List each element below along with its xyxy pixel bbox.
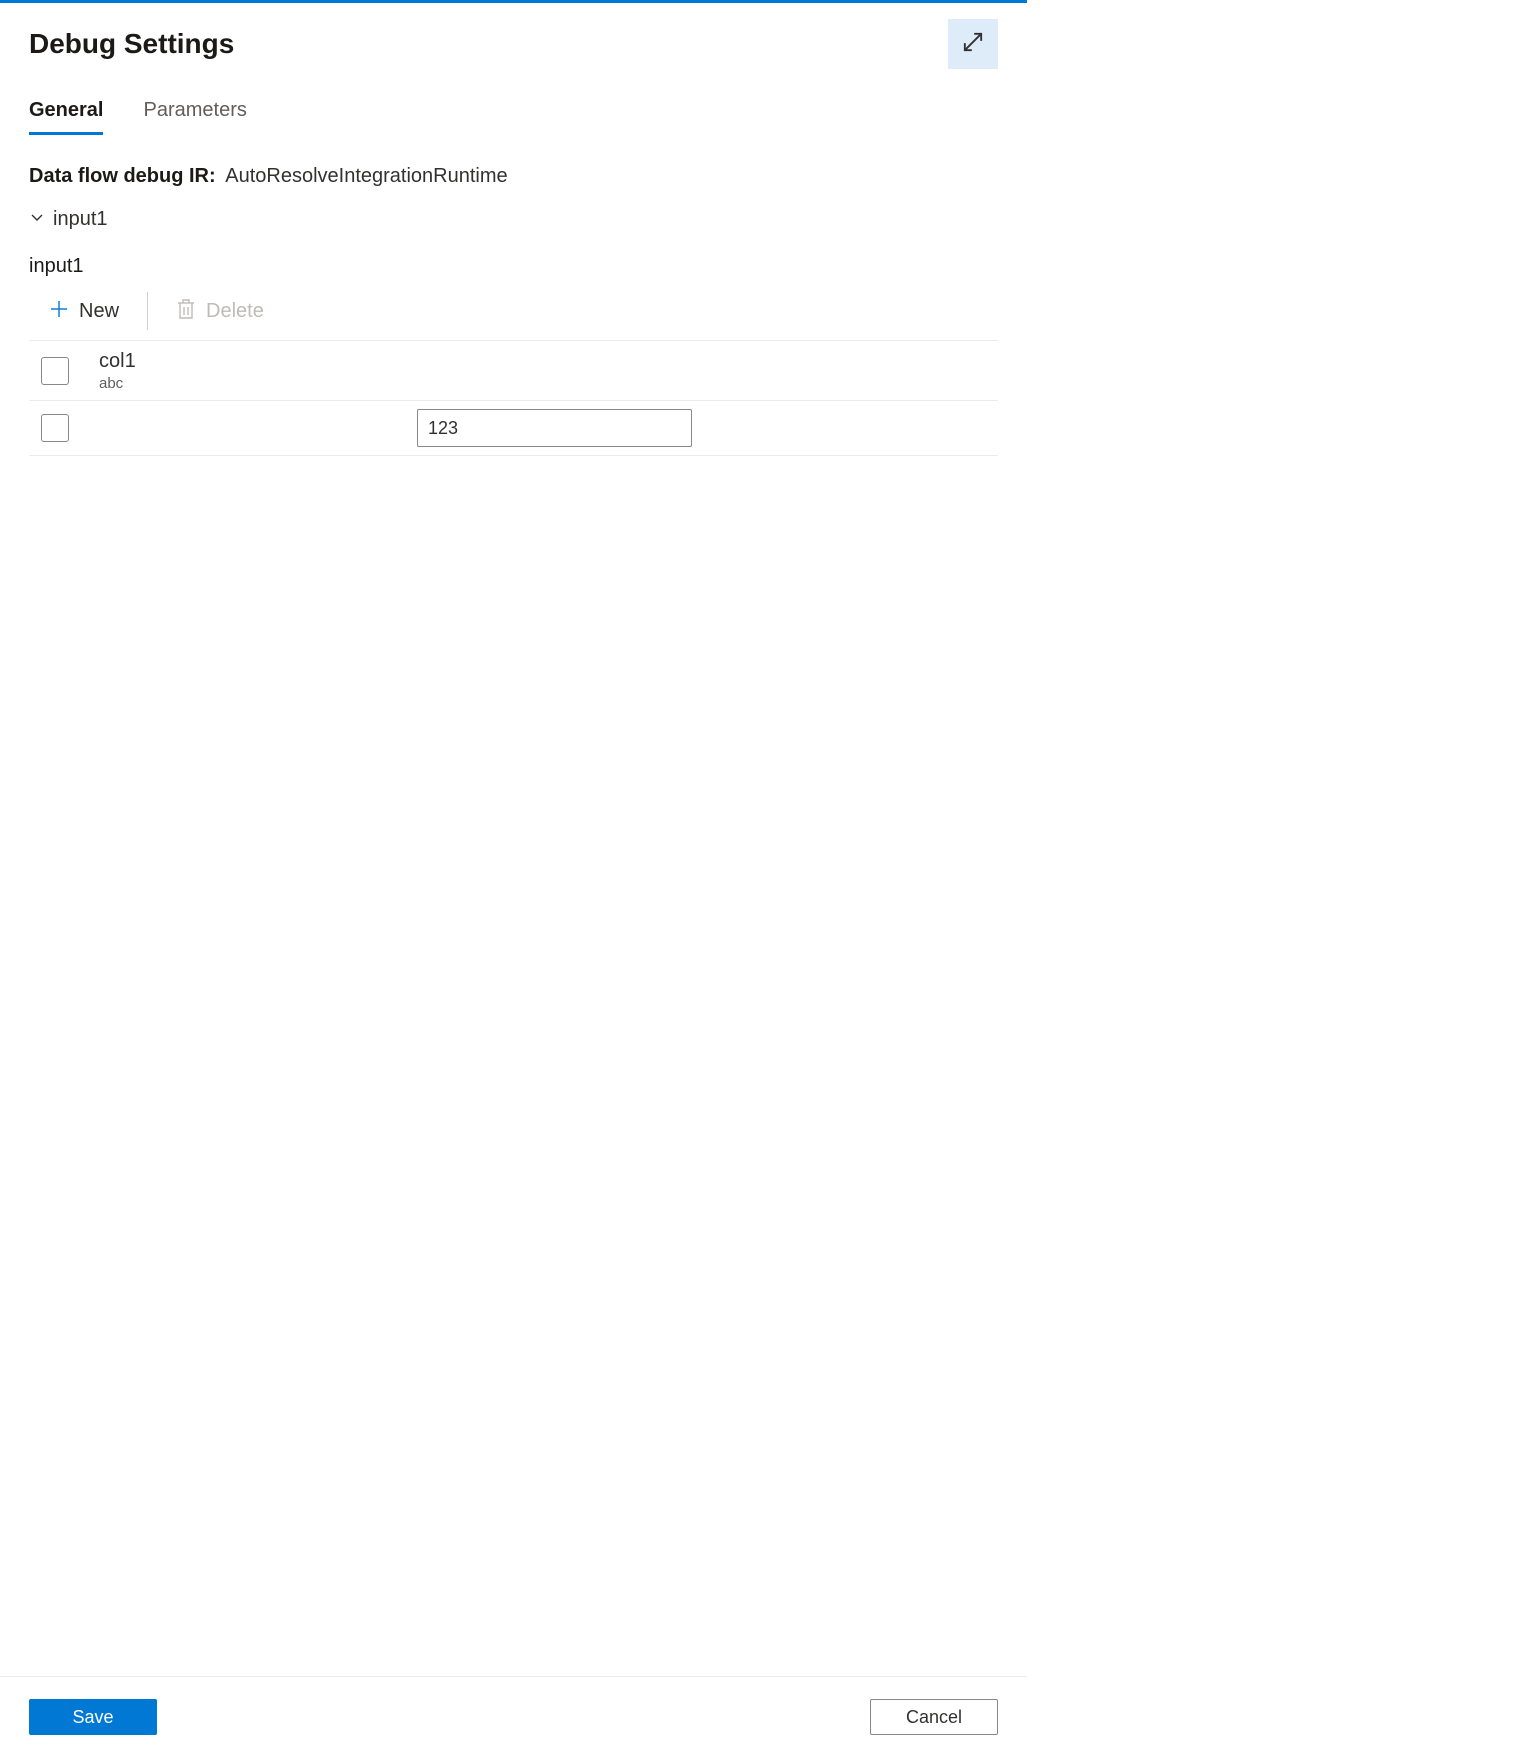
expand-button[interactable]: [948, 19, 998, 69]
content-area: Data flow debug IR: AutoResolveIntegrati…: [0, 135, 1027, 456]
delete-button: Delete: [166, 294, 274, 329]
chevron-down-icon: [29, 208, 45, 231]
debug-ir-row: Data flow debug IR: AutoResolveIntegrati…: [29, 165, 998, 188]
debug-ir-label: Data flow debug IR:: [29, 165, 216, 187]
column-header: col1 abc: [99, 349, 389, 392]
delete-button-label: Delete: [206, 300, 264, 323]
section-collapser[interactable]: input1: [29, 208, 998, 231]
tabs: General Parameters: [0, 69, 1027, 135]
footer: Save Cancel: [0, 1676, 1027, 1757]
new-button[interactable]: New: [39, 295, 129, 328]
table-row: [29, 401, 998, 456]
select-all-checkbox[interactable]: [41, 357, 69, 385]
row-checkbox-cell: [29, 414, 99, 442]
section-label: input1: [29, 255, 998, 278]
expand-icon: [959, 28, 987, 61]
main-container: Debug Settings General Parameters Data f…: [0, 3, 1027, 456]
plus-icon: [49, 299, 69, 324]
row-checkbox[interactable]: [41, 414, 69, 442]
column-name: col1: [99, 349, 389, 373]
header-row: Debug Settings: [0, 3, 1027, 69]
trash-icon: [176, 298, 196, 325]
new-button-label: New: [79, 300, 119, 323]
collapser-label: input1: [53, 208, 108, 231]
save-button[interactable]: Save: [29, 1699, 157, 1735]
row-value-cell: [389, 409, 998, 447]
column-type: abc: [99, 375, 389, 392]
debug-ir-value: AutoResolveIntegrationRuntime: [225, 165, 507, 187]
toolbar: New Delete: [29, 284, 998, 341]
table-header-row: col1 abc: [29, 341, 998, 401]
data-table: col1 abc: [29, 341, 998, 456]
header-checkbox-cell: [29, 357, 99, 385]
page-title: Debug Settings: [29, 28, 234, 60]
toolbar-separator: [147, 292, 148, 330]
tab-general[interactable]: General: [29, 99, 103, 135]
tab-parameters[interactable]: Parameters: [143, 99, 246, 135]
cancel-button[interactable]: Cancel: [870, 1699, 998, 1735]
value-input[interactable]: [417, 409, 692, 447]
